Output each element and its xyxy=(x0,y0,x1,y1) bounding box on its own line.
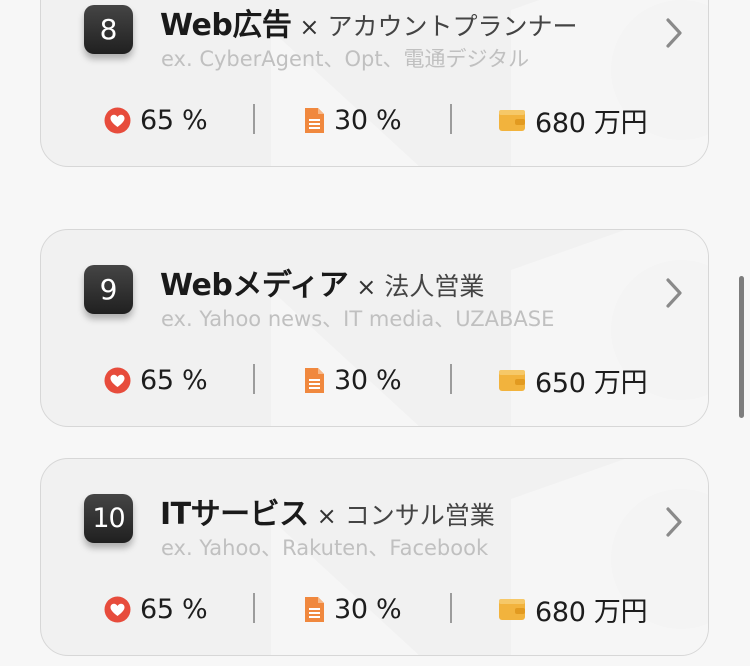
wallet-icon xyxy=(498,597,526,621)
like-rate: 65 % xyxy=(140,593,208,625)
stat-divider xyxy=(253,593,255,623)
role-title: 法人営業 xyxy=(384,272,485,301)
industry-title: Webメディア xyxy=(160,268,349,303)
company-examples: ex. CyberAgent、Opt、電通デジタル xyxy=(161,47,530,71)
job-card-8[interactable]: 8 Web広告 × アカウントプランナー ex. CyberAgent、Opt、… xyxy=(40,0,709,167)
stat-divider xyxy=(253,364,255,394)
stat-divider xyxy=(253,104,255,134)
annual-salary: 680 万円 xyxy=(535,107,648,139)
like-rate: 65 % xyxy=(140,104,208,136)
stat-like: 65 % xyxy=(104,589,208,629)
card-title: ITサービス × コンサル営業 xyxy=(160,489,495,533)
stats-row: 65 % 30 % xyxy=(41,360,708,400)
rank-badge: 8 xyxy=(84,5,133,54)
stat-divider xyxy=(450,104,452,134)
stat-doc: 30 % xyxy=(304,589,402,629)
chevron-right-icon[interactable] xyxy=(659,16,687,50)
stat-divider xyxy=(450,593,452,623)
card-title: Webメディア × 法人営業 xyxy=(160,260,484,304)
card-title: Web広告 × アカウントプランナー xyxy=(160,0,577,44)
like-rate: 65 % xyxy=(140,364,208,396)
wallet-icon xyxy=(498,368,526,392)
wallet-icon xyxy=(498,108,526,132)
stat-salary: 680 万円 xyxy=(498,589,648,629)
role-title: コンサル営業 xyxy=(344,501,495,530)
document-icon xyxy=(304,107,325,134)
heart-icon xyxy=(104,367,131,394)
chevron-right-icon[interactable] xyxy=(659,505,687,539)
times-separator: × xyxy=(299,13,320,41)
company-examples: ex. Yahoo news、IT media、UZABASE xyxy=(161,307,555,331)
scrollbar[interactable] xyxy=(739,276,744,418)
stat-like: 65 % xyxy=(104,100,208,140)
stat-like: 65 % xyxy=(104,360,208,400)
rank-badge: 9 xyxy=(84,265,133,314)
stat-doc: 30 % xyxy=(304,100,402,140)
doc-pass-rate: 30 % xyxy=(334,593,402,625)
stat-salary: 650 万円 xyxy=(498,360,648,400)
job-card-9[interactable]: 9 Webメディア × 法人営業 ex. Yahoo news、IT media… xyxy=(40,229,709,427)
industry-title: ITサービス xyxy=(160,497,309,532)
doc-pass-rate: 30 % xyxy=(334,364,402,396)
company-examples: ex. Yahoo、Rakuten、Facebook xyxy=(161,536,489,560)
annual-salary: 650 万円 xyxy=(535,367,648,399)
role-title: アカウントプランナー xyxy=(327,12,578,41)
heart-icon xyxy=(104,107,131,134)
document-icon xyxy=(304,596,325,623)
times-separator: × xyxy=(356,273,377,301)
annual-salary: 680 万円 xyxy=(535,596,648,628)
job-card-10[interactable]: 10 ITサービス × コンサル営業 ex. Yahoo、Rakuten、Fac… xyxy=(40,458,709,656)
chevron-right-icon[interactable] xyxy=(659,276,687,310)
doc-pass-rate: 30 % xyxy=(334,104,402,136)
rank-badge: 10 xyxy=(84,494,133,543)
stats-row: 65 % 30 % xyxy=(41,100,708,140)
times-separator: × xyxy=(316,502,337,530)
heart-icon xyxy=(104,596,131,623)
stat-salary: 680 万円 xyxy=(498,100,648,140)
stats-row: 65 % 30 % xyxy=(41,589,708,629)
stat-doc: 30 % xyxy=(304,360,402,400)
stat-divider xyxy=(450,364,452,394)
industry-title: Web広告 xyxy=(160,8,292,43)
document-icon xyxy=(304,367,325,394)
